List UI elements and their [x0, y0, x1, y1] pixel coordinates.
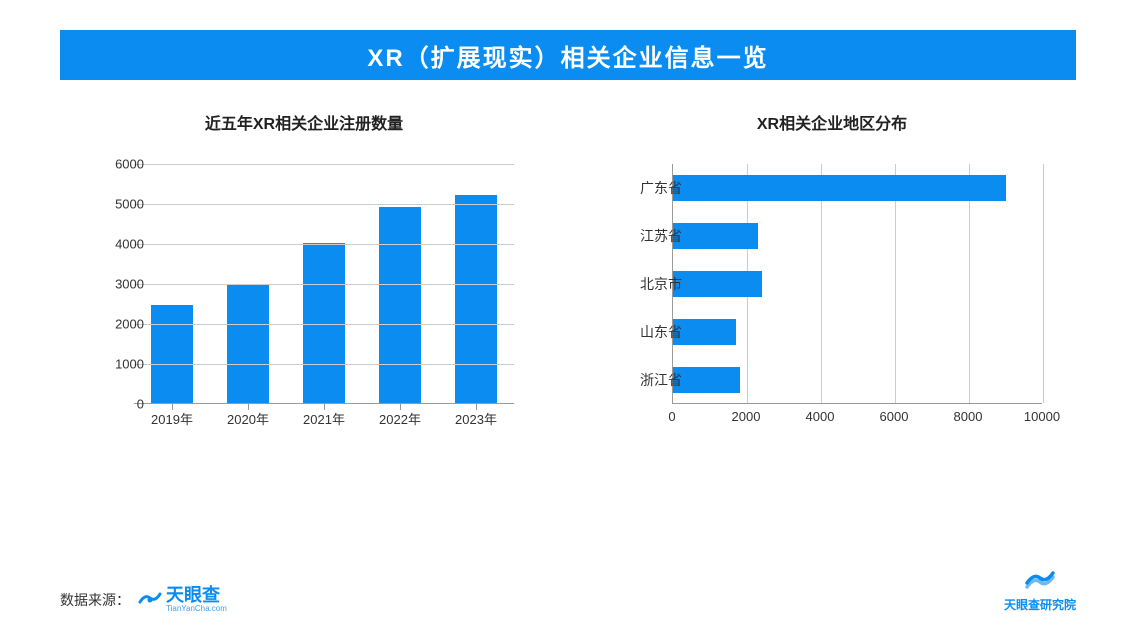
- y-axis-tick: 2000: [115, 317, 144, 332]
- bar: [673, 223, 758, 249]
- page-title-bar: XR（扩展现实）相关企业信息一览: [60, 30, 1076, 80]
- bar: [455, 195, 497, 403]
- y-axis-tick: 江苏省: [640, 226, 682, 246]
- y-axis-tick: 1000: [115, 357, 144, 372]
- x-axis-tick: 2023年: [438, 409, 514, 428]
- bar: [673, 271, 762, 297]
- x-axis-tick: 6000: [880, 409, 909, 424]
- bar: [227, 285, 269, 403]
- bar: [673, 175, 1006, 201]
- x-axis-tick: 8000: [954, 409, 983, 424]
- y-axis-tick: 山东省: [640, 322, 682, 342]
- tianyancha-logo: 天眼查 TianYanCha.com: [138, 586, 227, 613]
- footer: 数据来源： 天眼查 TianYanCha.com 天眼查研究院: [60, 565, 1076, 613]
- x-axis-tick: 2019年: [134, 409, 210, 428]
- y-axis-tick: 4000: [115, 237, 144, 252]
- bar: [673, 319, 736, 345]
- y-axis-tick: 广东省: [640, 178, 682, 198]
- horizontal-bar-chart: 0 2000 4000 6000 8000 10000 广东省江苏省北京市山东省浙江省: [602, 154, 1062, 454]
- x-axis-tick: 10000: [1024, 409, 1060, 424]
- institute-text: 天眼查研究院: [1004, 596, 1076, 613]
- bar: [379, 207, 421, 403]
- page-title: XR（扩展现实）相关企业信息一览: [367, 38, 768, 73]
- chart-left-title: 近五年XR相关企业注册数量: [205, 110, 403, 134]
- y-axis-tick: 浙江省: [640, 370, 682, 390]
- tianyancha-icon: [138, 588, 162, 612]
- charts-container: 近五年XR相关企业注册数量 0 1000 2000 3000 4000 5000 6000 2…: [60, 110, 1076, 454]
- y-axis-tick: 6000: [115, 157, 144, 172]
- chart-left: 近五年XR相关企业注册数量 01000200030004000500060002…: [60, 110, 548, 454]
- source-label: 数据来源：: [60, 590, 130, 610]
- institute-icon: [1025, 565, 1055, 594]
- chart-right-title: XR相关企业地区分布: [757, 110, 907, 134]
- bar: [673, 367, 740, 393]
- logo-subtext: TianYanCha.com: [166, 604, 227, 613]
- x-axis-tick: 4000: [806, 409, 835, 424]
- x-axis-tick: 2021年: [286, 409, 362, 428]
- bar: [303, 243, 345, 403]
- chart-right: XR相关企业地区分布 0 2000 4000 6000 8000 10000 广东省江苏省北…: [588, 110, 1076, 454]
- logo-text: 天眼查: [166, 586, 227, 604]
- vertical-bar-chart: 01000200030004000500060002019年2020年2021年…: [74, 154, 534, 454]
- x-axis-tick: 2022年: [362, 409, 438, 428]
- bar: [151, 305, 193, 403]
- y-axis-tick: 5000: [115, 197, 144, 212]
- x-axis-tick: 2000: [732, 409, 761, 424]
- y-axis-tick: 3000: [115, 277, 144, 292]
- source-row: 数据来源： 天眼查 TianYanCha.com: [60, 586, 227, 613]
- x-axis-tick: 0: [668, 409, 675, 424]
- y-axis-tick: 北京市: [640, 274, 682, 294]
- institute-logo: 天眼查研究院: [1004, 565, 1076, 613]
- x-axis-tick: 2020年: [210, 409, 286, 428]
